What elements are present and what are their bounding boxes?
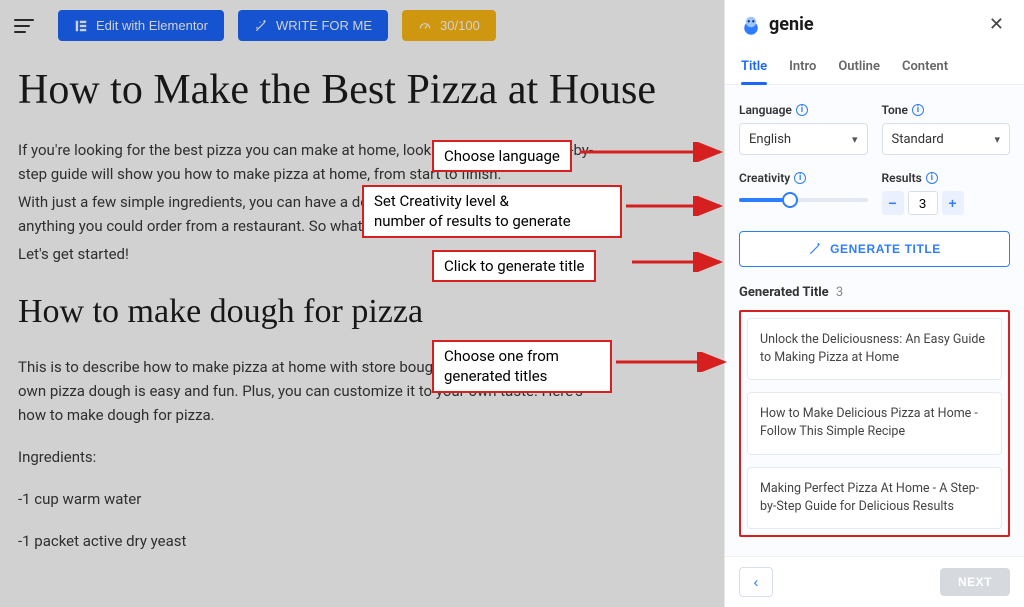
- creativity-label: Creativity i: [739, 171, 868, 185]
- seo-score-label: 30/100: [440, 18, 480, 33]
- results-field: Results i − +: [882, 171, 1011, 215]
- tab-intro[interactable]: Intro: [789, 51, 816, 84]
- results-input[interactable]: [908, 191, 938, 215]
- generated-title-count: 3: [836, 285, 843, 300]
- generated-title-annotation-box: Unlock the Deliciousness: An Easy Guide …: [739, 310, 1010, 537]
- annotation-arrow-icon: [632, 252, 730, 272]
- info-icon[interactable]: i: [794, 172, 806, 184]
- generated-title-item[interactable]: Unlock the Deliciousness: An Easy Guide …: [747, 318, 1002, 380]
- write-for-me-button[interactable]: WRITE FOR ME: [238, 10, 388, 41]
- annotation-choose: Choose one from generated titles: [432, 340, 612, 393]
- generated-title-heading: Generated Title 3: [739, 285, 1010, 300]
- gauge-icon: [418, 19, 432, 33]
- generate-title-button[interactable]: GENERATE TITLE: [739, 231, 1010, 267]
- sidebar-footer: ‹ NEXT: [725, 556, 1024, 607]
- list-item[interactable]: -1 cup warm water: [18, 487, 598, 511]
- nav-next-button[interactable]: NEXT: [940, 568, 1010, 596]
- magic-wand-icon: [254, 19, 268, 33]
- results-label: Results i: [882, 171, 1011, 185]
- info-icon[interactable]: i: [926, 172, 938, 184]
- chevron-down-icon: ▾: [852, 133, 858, 146]
- edit-elementor-button[interactable]: Edit with Elementor: [58, 10, 224, 41]
- tone-value: Standard: [892, 132, 944, 147]
- post-heading-2[interactable]: How to make dough for pizza: [18, 292, 694, 333]
- brand-logo: genie: [739, 13, 814, 37]
- magic-wand-icon: [808, 242, 822, 256]
- sidebar-tabs: Title Intro Outline Content: [725, 45, 1024, 85]
- language-label: Language i: [739, 103, 868, 117]
- nav-back-button[interactable]: ‹: [739, 567, 773, 597]
- generated-title-list: Unlock the Deliciousness: An Easy Guide …: [747, 318, 1002, 529]
- results-stepper: − +: [882, 191, 1011, 215]
- generated-title-item[interactable]: Making Perfect Pizza At Home - A Step-by…: [747, 467, 1002, 529]
- language-field: Language i English ▾: [739, 103, 868, 155]
- genie-logo-icon: [739, 13, 763, 37]
- tab-title[interactable]: Title: [741, 51, 767, 84]
- annotation-arrow-icon: [580, 142, 730, 162]
- list-item[interactable]: -1 packet active dry yeast: [18, 529, 598, 553]
- seo-score-button[interactable]: 30/100: [402, 10, 496, 41]
- genie-sidebar: genie ✕ Title Intro Outline Content Lang…: [724, 0, 1024, 607]
- post-title[interactable]: How to Make the Best Pizza at House: [18, 66, 694, 114]
- sidebar-body: Language i English ▾ Tone i Standard ▾: [725, 85, 1024, 556]
- annotation-arrow-icon: [616, 352, 734, 372]
- results-increment-button[interactable]: +: [942, 191, 964, 215]
- menu-toggle-icon[interactable]: [14, 19, 34, 33]
- chevron-left-icon: ‹: [754, 574, 759, 591]
- language-select[interactable]: English ▾: [739, 123, 868, 155]
- sidebar-header: genie ✕: [725, 0, 1024, 45]
- edit-elementor-label: Edit with Elementor: [96, 18, 208, 33]
- generate-title-label: GENERATE TITLE: [830, 242, 941, 256]
- generated-title-item[interactable]: How to Make Delicious Pizza at Home - Fo…: [747, 392, 1002, 454]
- creativity-slider[interactable]: [739, 191, 868, 209]
- annotation-creativity: Set Creativity level & number of results…: [362, 185, 622, 238]
- annotation-language: Choose language: [432, 140, 572, 172]
- info-icon[interactable]: i: [796, 104, 808, 116]
- tone-label: Tone i: [882, 103, 1011, 117]
- close-sidebar-button[interactable]: ✕: [983, 12, 1010, 37]
- tab-outline[interactable]: Outline: [838, 51, 880, 84]
- language-value: English: [749, 132, 791, 147]
- results-decrement-button[interactable]: −: [882, 191, 904, 215]
- annotation-arrow-icon: [626, 196, 730, 216]
- annotation-generate: Click to generate title: [432, 250, 596, 282]
- tab-content[interactable]: Content: [902, 51, 948, 84]
- creativity-field: Creativity i: [739, 171, 868, 215]
- brand-name: genie: [769, 14, 814, 35]
- chevron-down-icon: ▾: [994, 133, 1000, 146]
- tone-select[interactable]: Standard ▾: [882, 123, 1011, 155]
- tone-field: Tone i Standard ▾: [882, 103, 1011, 155]
- post-editor: How to Make the Best Pizza at House If y…: [0, 46, 724, 607]
- write-for-me-label: WRITE FOR ME: [276, 18, 372, 33]
- elementor-icon: [74, 19, 88, 33]
- info-icon[interactable]: i: [912, 104, 924, 116]
- ingredients-label[interactable]: Ingredients:: [18, 445, 598, 469]
